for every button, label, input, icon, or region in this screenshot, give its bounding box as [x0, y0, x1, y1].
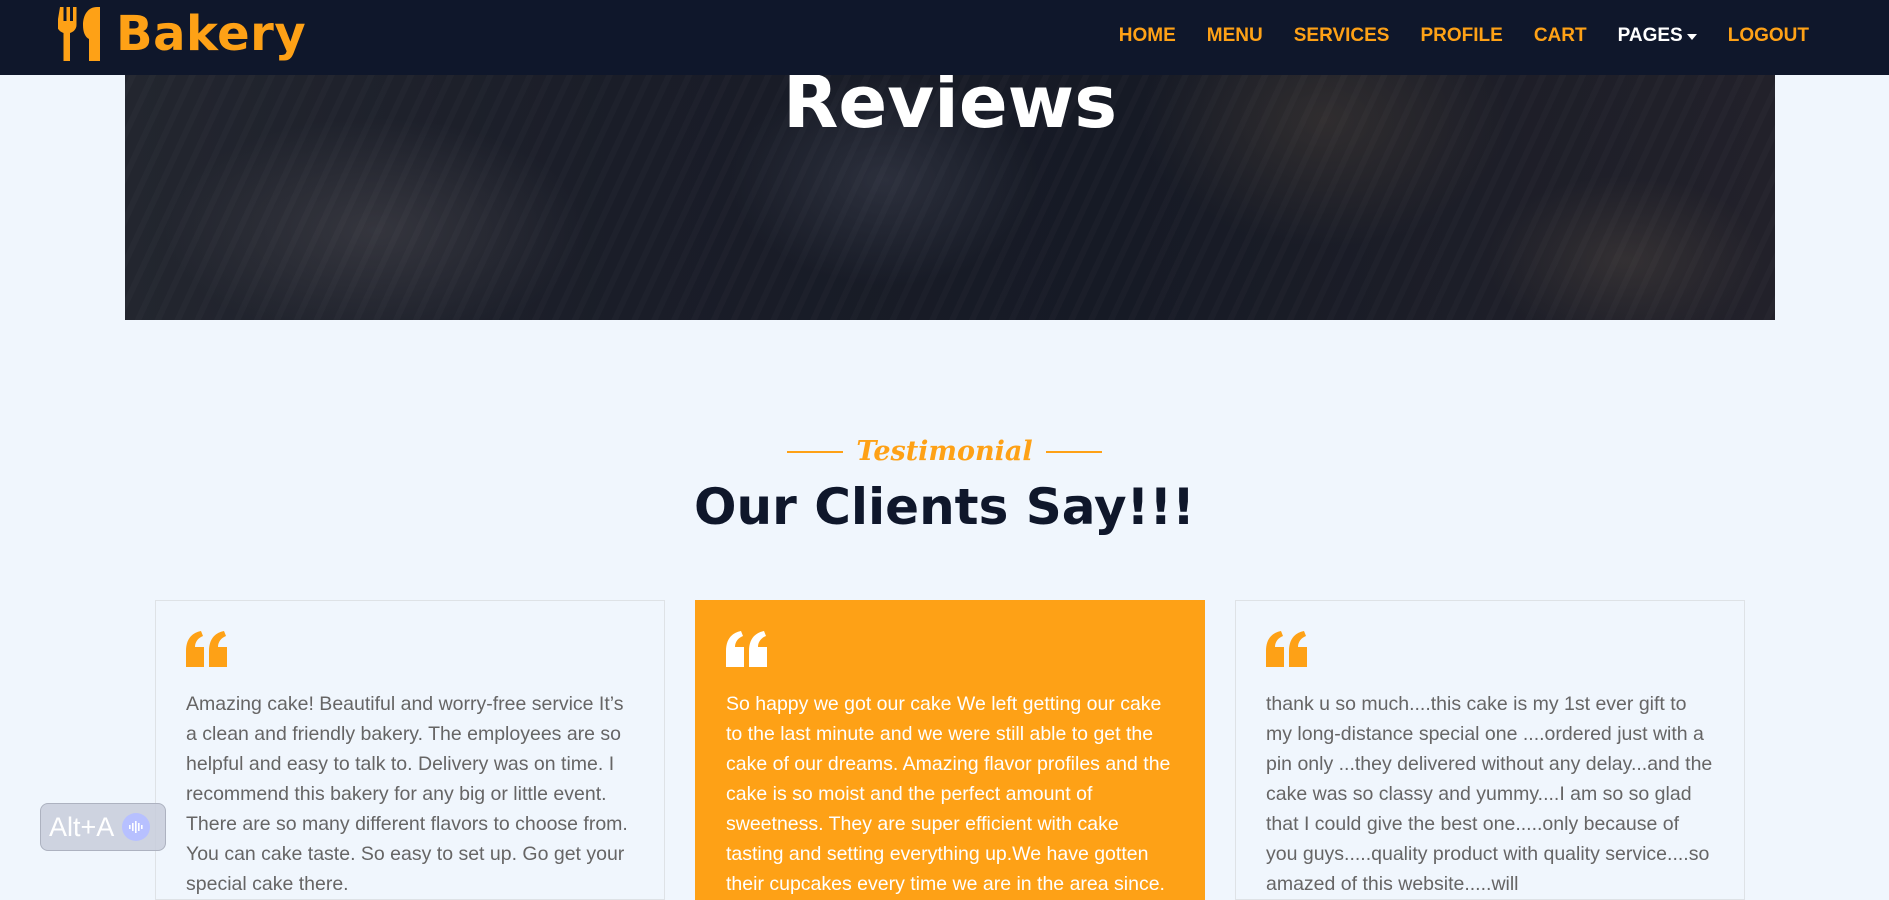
nav-cart[interactable]: CART: [1534, 25, 1587, 47]
divider-line-right: [1045, 450, 1102, 453]
testimonial-card: thank u so much....this cake is my 1st e…: [1235, 600, 1745, 900]
section-label: Testimonial: [856, 436, 1033, 467]
navbar: Bakery HOME MENU SERVICES PROFILE CART P…: [0, 0, 1889, 75]
quote-icon: [186, 631, 227, 667]
nav-menu-link[interactable]: MENU: [1207, 25, 1263, 47]
section-title: Our Clients Say!!!: [694, 478, 1195, 536]
nav-pages-label: PAGES: [1617, 25, 1683, 46]
brand-name: Bakery: [116, 6, 307, 62]
nav-profile[interactable]: PROFILE: [1420, 25, 1502, 47]
testimonial-card: Amazing cake! Beautiful and worry-free s…: [155, 600, 665, 900]
utensils-icon: [58, 7, 100, 61]
shortcut-label: Alt+A: [49, 811, 115, 842]
voice-assistant-button[interactable]: Alt+A: [40, 803, 166, 851]
section-label-row: Testimonial: [0, 436, 1889, 467]
testimonial-text: thank u so much....this cake is my 1st e…: [1266, 693, 1713, 895]
nav-logout[interactable]: LOGOUT: [1728, 25, 1809, 47]
nav-home[interactable]: HOME: [1119, 25, 1176, 47]
testimonial-text: Amazing cake! Beautiful and worry-free s…: [186, 693, 628, 895]
quote-icon: [1266, 631, 1307, 667]
nav-services[interactable]: SERVICES: [1294, 25, 1390, 47]
divider-line-left: [787, 450, 844, 453]
brand-link[interactable]: Bakery: [58, 6, 306, 62]
quote-icon: [726, 631, 767, 667]
caret-down-icon: [1686, 34, 1697, 40]
testimonial-text: So happy we got our cake We left getting…: [726, 693, 1171, 895]
voice-wave-icon: [122, 813, 151, 841]
testimonial-card-highlighted: So happy we got our cake We left getting…: [695, 600, 1205, 900]
nav-pages-dropdown[interactable]: PAGES: [1618, 25, 1697, 47]
nav-menu: HOME MENU SERVICES PROFILE CART PAGES LO…: [1088, 0, 1809, 72]
